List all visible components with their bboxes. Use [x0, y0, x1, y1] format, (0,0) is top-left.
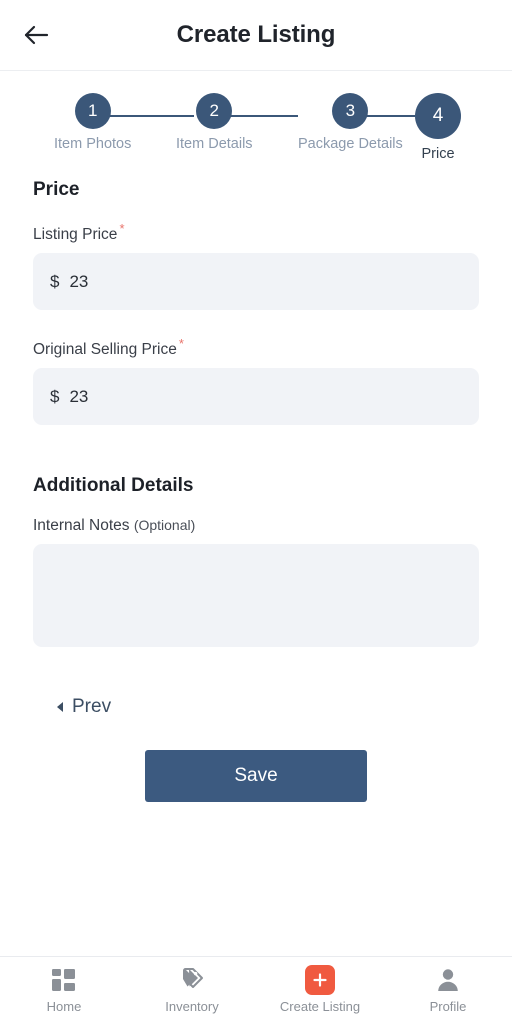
save-row: Save — [33, 750, 479, 803]
page-title: Create Listing — [176, 21, 336, 48]
form-content: Price Listing Price * $ 23 Original Selli… — [0, 167, 512, 956]
nav-label: Home — [46, 999, 82, 1014]
original-selling-price-input[interactable]: $ 23 — [33, 368, 479, 426]
listing-price-label: Listing Price * — [33, 221, 479, 244]
internal-notes-label: Internal Notes (Optional) — [33, 517, 479, 535]
required-asterisk: * — [178, 336, 184, 352]
nav-item-home[interactable]: Home — [0, 957, 128, 1024]
step-number-badge: 4 — [415, 93, 461, 139]
nav-label: Profile — [429, 999, 467, 1014]
additional-details-heading: Additional Details — [33, 475, 194, 497]
prev-button[interactable]: Prev — [55, 692, 113, 722]
step-label: Package Details — [298, 136, 403, 152]
nav-label: Create Listing — [279, 999, 361, 1014]
step-label: Item Photos — [54, 136, 132, 152]
progress-stepper: 1 Item Photos 2 Item Details 3 Package D… — [0, 71, 512, 167]
arrow-left-icon — [24, 24, 50, 46]
original-selling-price-value: 23 — [69, 386, 89, 406]
listing-price-value: 23 — [69, 271, 89, 291]
stepper-step-package-details[interactable]: 3 Package Details — [298, 93, 403, 152]
listing-price-input[interactable]: $ 23 — [33, 253, 479, 311]
internal-notes-label-text: Internal Notes — [33, 517, 130, 535]
tags-icon — [178, 967, 206, 993]
nav-item-inventory[interactable]: Inventory — [128, 957, 256, 1024]
internal-notes-textarea[interactable] — [33, 544, 479, 648]
create-listing-screen: Create Listing 1 Item Photos 2 Item Deta… — [0, 0, 512, 1024]
nav-label: Inventory — [165, 999, 219, 1014]
person-icon — [435, 967, 461, 993]
caret-left-icon — [57, 702, 63, 713]
stepper-track: 1 Item Photos 2 Item Details 3 Package D… — [0, 93, 512, 162]
currency-symbol: $ — [50, 271, 60, 291]
step-number-badge: 3 — [332, 93, 369, 129]
prev-label: Prev — [72, 696, 112, 718]
stepper-step-item-photos[interactable]: 1 Item Photos — [54, 93, 131, 152]
plus-square-icon — [305, 965, 335, 995]
optional-suffix: (Optional) — [133, 517, 196, 534]
required-asterisk: * — [119, 221, 125, 236]
original-selling-price-label-text: Original Selling Price — [33, 341, 177, 359]
stepper-step-price[interactable]: 4 Price — [415, 93, 461, 162]
bottom-navigation: Home Inventory Create Listing Profile — [0, 956, 512, 1024]
step-label: Item Details — [176, 136, 253, 152]
save-button[interactable]: Save — [145, 750, 367, 803]
stepper-step-item-details[interactable]: 2 Item Details — [176, 93, 253, 152]
back-button[interactable] — [18, 16, 56, 54]
price-section-heading: Price — [33, 179, 80, 200]
dashboard-grid-icon — [51, 967, 77, 993]
prev-row: Prev — [33, 692, 479, 722]
step-label: Price — [421, 146, 455, 162]
nav-item-create-listing[interactable]: Create Listing — [256, 957, 384, 1024]
nav-item-profile[interactable]: Profile — [384, 957, 512, 1024]
step-number-badge: 1 — [74, 93, 111, 129]
listing-price-label-text: Listing Price — [33, 226, 118, 244]
app-header: Create Listing — [0, 0, 512, 71]
step-number-badge: 2 — [196, 93, 233, 129]
original-selling-price-label: Original Selling Price * — [33, 336, 479, 359]
currency-symbol: $ — [50, 386, 60, 406]
